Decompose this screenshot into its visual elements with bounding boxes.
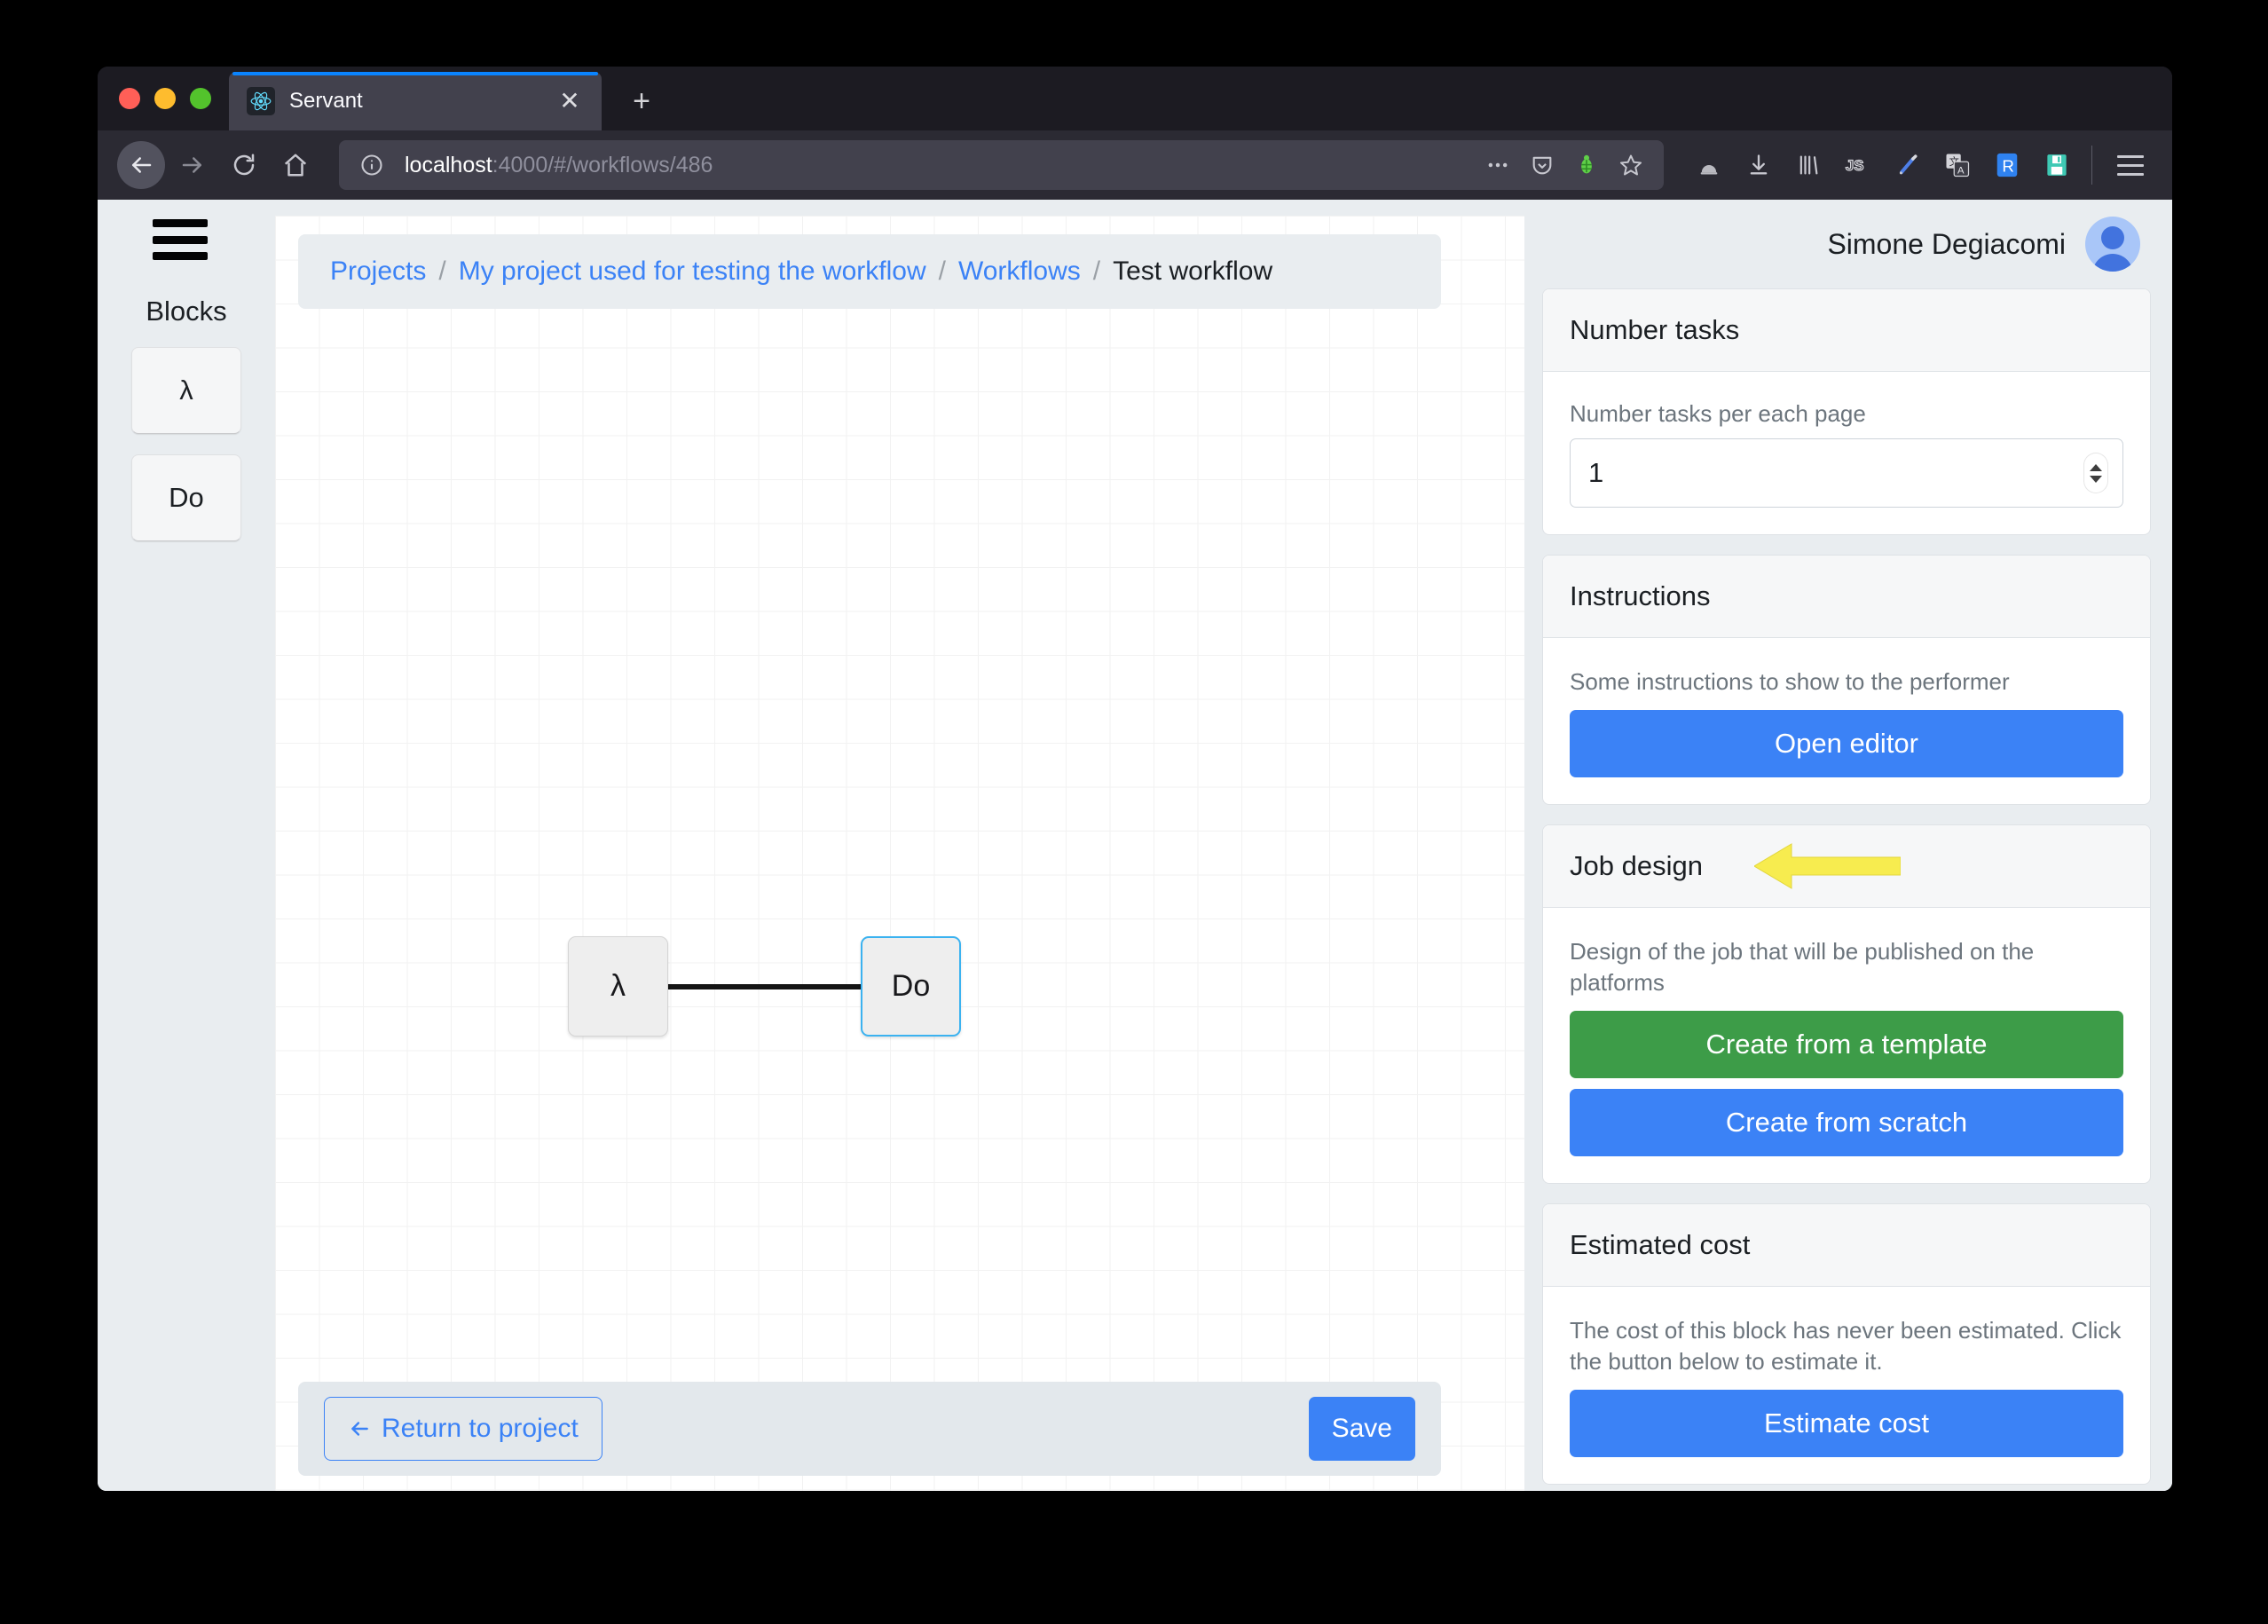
hamburger-menu-icon[interactable] xyxy=(153,219,208,260)
browser-tab-strip: Servant ✕ + xyxy=(98,67,2172,130)
library-icon[interactable] xyxy=(1790,146,1827,184)
card-number-tasks: Number tasks Number tasks per each page xyxy=(1542,288,2151,535)
ellipsis-icon[interactable] xyxy=(1477,145,1518,185)
container-icon[interactable] xyxy=(1690,146,1728,184)
home-icon[interactable] xyxy=(272,141,319,189)
card-body-estimated-cost: The cost of this block has never been es… xyxy=(1543,1287,2150,1484)
breadcrumb: Projects / My project used for testing t… xyxy=(298,234,1441,309)
url-text: localhost:4000/#/workflows/486 xyxy=(405,153,1465,178)
palette-block-do[interactable]: Do xyxy=(131,454,241,541)
web-page-content: Blocks λ Do Projects / My project used f… xyxy=(98,200,2172,1491)
user-account-area[interactable]: Simone Degiacomi xyxy=(1524,200,2172,288)
close-window-button[interactable] xyxy=(119,88,140,109)
panel-cards-container[interactable]: Number tasks Number tasks per each page xyxy=(1524,288,2172,1491)
workflow-node-lambda[interactable]: λ xyxy=(568,936,668,1037)
translate-icon[interactable]: 文 A xyxy=(1939,146,1976,184)
app-left-sidebar: Blocks λ Do xyxy=(98,200,275,1491)
canvas-bottom-toolbar: Return to project Save xyxy=(298,1382,1441,1476)
bug-icon[interactable] xyxy=(1566,145,1607,185)
number-tasks-field-label: Number tasks per each page xyxy=(1570,400,2123,428)
arrow-left-icon xyxy=(348,1417,371,1440)
estimated-cost-description: The cost of this block has never been es… xyxy=(1570,1315,2123,1377)
card-header-job-design: Job design xyxy=(1543,825,2150,908)
card-title-instructions: Instructions xyxy=(1543,556,2150,638)
card-body-job-design: Design of the job that will be published… xyxy=(1543,908,2150,1183)
breadcrumb-item-project[interactable]: My project used for testing the workflow xyxy=(459,256,926,287)
pocket-icon[interactable] xyxy=(1522,145,1563,185)
url-bar-actions xyxy=(1477,145,1651,185)
instructions-description: Some instructions to show to the perform… xyxy=(1570,666,2123,698)
return-to-project-button[interactable]: Return to project xyxy=(324,1397,602,1461)
chevron-up-icon[interactable] xyxy=(2090,464,2102,471)
toolbar-divider xyxy=(2091,146,2092,185)
downloads-icon[interactable] xyxy=(1740,146,1777,184)
breadcrumb-item-current: Test workflow xyxy=(1113,256,1272,287)
estimate-cost-button[interactable]: Estimate cost xyxy=(1570,1390,2123,1457)
number-tasks-input[interactable] xyxy=(1570,438,2123,508)
app-right-panel: Simone Degiacomi Number tasks Number tas… xyxy=(1524,200,2172,1491)
javascript-toggle-icon[interactable]: JS xyxy=(1839,146,1877,184)
arrow-right-icon[interactable] xyxy=(169,141,217,189)
breadcrumb-item-workflows[interactable]: Workflows xyxy=(958,256,1081,287)
workflow-edge xyxy=(668,984,861,989)
svg-text:A: A xyxy=(1957,165,1965,176)
plus-icon[interactable]: + xyxy=(616,75,667,127)
browser-tab-servant[interactable]: Servant ✕ xyxy=(229,72,602,130)
close-icon[interactable]: ✕ xyxy=(555,87,584,115)
blocks-palette-title: Blocks xyxy=(146,296,226,327)
chevron-down-icon[interactable] xyxy=(2090,476,2102,483)
card-estimated-cost: Estimated cost The cost of this block ha… xyxy=(1542,1203,2151,1485)
card-title-estimated-cost: Estimated cost xyxy=(1543,1204,2150,1287)
maximize-window-button[interactable] xyxy=(190,88,211,109)
open-editor-button[interactable]: Open editor xyxy=(1570,710,2123,777)
window-traffic-lights xyxy=(98,67,229,130)
url-bar[interactable]: localhost:4000/#/workflows/486 xyxy=(339,140,1664,190)
browser-nav-toolbar: localhost:4000/#/workflows/486 xyxy=(98,130,2172,200)
card-instructions: Instructions Some instructions to show t… xyxy=(1542,555,2151,805)
hamburger-menu-icon[interactable] xyxy=(2108,143,2153,187)
card-body-number-tasks: Number tasks per each page xyxy=(1543,372,2150,534)
browser-tab-title: Servant xyxy=(289,89,541,114)
job-design-description: Design of the job that will be published… xyxy=(1570,936,2123,998)
user-name: Simone Degiacomi xyxy=(1827,228,2066,261)
r-extension-icon[interactable]: R xyxy=(1988,146,2026,184)
breadcrumb-separator: / xyxy=(1093,256,1100,287)
card-title-number-tasks: Number tasks xyxy=(1543,289,2150,372)
save-button[interactable]: Save xyxy=(1309,1397,1415,1461)
browser-window: Servant ✕ + xyxy=(98,67,2172,1491)
highlighter-pen-icon[interactable] xyxy=(1889,146,1926,184)
breadcrumb-item-projects[interactable]: Projects xyxy=(330,256,426,287)
svg-text:R: R xyxy=(2002,157,2014,176)
user-avatar-icon[interactable] xyxy=(2085,217,2140,272)
card-job-design: Job design Design of the job that will b… xyxy=(1542,824,2151,1184)
number-stepper[interactable] xyxy=(2084,453,2107,493)
create-from-scratch-button[interactable]: Create from scratch xyxy=(1570,1089,2123,1156)
create-from-template-button[interactable]: Create from a template xyxy=(1570,1011,2123,1078)
star-icon[interactable] xyxy=(1610,145,1651,185)
minimize-window-button[interactable] xyxy=(154,88,176,109)
reload-icon[interactable] xyxy=(220,141,268,189)
return-to-project-label: Return to project xyxy=(382,1414,579,1444)
browser-extension-icons: JS 文 A R xyxy=(1683,146,2075,184)
breadcrumb-separator: / xyxy=(438,256,445,287)
info-circle-icon[interactable] xyxy=(351,145,392,185)
palette-block-lambda[interactable]: λ xyxy=(131,347,241,434)
workflow-canvas[interactable]: Projects / My project used for testing t… xyxy=(275,216,1524,1491)
card-title-job-design: Job design xyxy=(1570,850,1703,882)
arrow-left-icon[interactable] xyxy=(117,141,165,189)
svg-text:JS: JS xyxy=(1846,157,1864,174)
workflow-node-do[interactable]: Do xyxy=(861,936,961,1037)
react-logo-icon xyxy=(247,87,275,115)
yellow-left-arrow-annotation xyxy=(1754,839,1901,894)
save-page-icon[interactable] xyxy=(2038,146,2075,184)
number-tasks-input-wrapper xyxy=(1570,438,2123,508)
breadcrumb-separator: / xyxy=(939,256,946,287)
card-body-instructions: Some instructions to show to the perform… xyxy=(1543,638,2150,804)
